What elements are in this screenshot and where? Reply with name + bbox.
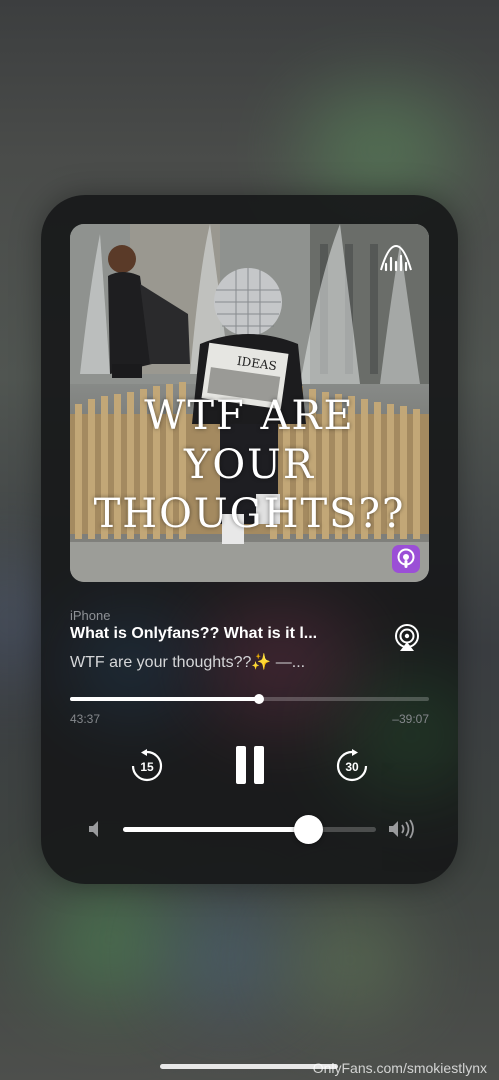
remaining-time: –39:07	[392, 712, 429, 726]
volume-high-icon	[389, 819, 414, 839]
skip-back-15-icon[interactable]: 15	[129, 748, 165, 784]
playback-progress-fill	[70, 697, 260, 701]
volume-low-icon	[89, 821, 98, 837]
output-device-label: iPhone	[70, 608, 111, 623]
skip-back-seconds: 15	[140, 760, 154, 774]
track-title: What is Onlyfans?? What is it l...	[70, 625, 318, 642]
artwork-title-line: THOUGHTS??	[93, 491, 406, 537]
skip-forward-seconds: 30	[345, 760, 359, 774]
volume-slider[interactable]	[123, 815, 376, 844]
anchor-podcast-logo-icon	[380, 244, 412, 272]
watermark-text: OnlyFans.com/smokiestlynx	[312, 1060, 487, 1076]
artwork-title: WTF ARE YOUR THOUGHTS??	[70, 392, 429, 539]
volume-slider-knob[interactable]	[293, 815, 323, 844]
home-indicator[interactable]	[160, 1064, 338, 1069]
playback-scrubber[interactable]	[70, 694, 429, 704]
artwork-title-line: YOUR	[183, 442, 316, 488]
airplay-icon[interactable]	[392, 623, 422, 653]
pause-icon[interactable]	[234, 745, 266, 785]
elapsed-time: 43:37	[70, 712, 101, 726]
volume-level-fill	[123, 827, 308, 832]
apple-podcasts-icon	[392, 545, 420, 573]
skip-forward-30-icon[interactable]: 30	[334, 748, 370, 784]
now-playing-card: IDEAS WTF ARE YOUR THOUGHTS?? iPhone Wha…	[41, 195, 458, 884]
track-subtitle: WTF are your thoughts??✨ —...	[70, 654, 306, 671]
album-artwork[interactable]: IDEAS WTF ARE YOUR THOUGHTS??	[70, 224, 429, 582]
artwork-title-line: WTF ARE	[144, 393, 355, 439]
